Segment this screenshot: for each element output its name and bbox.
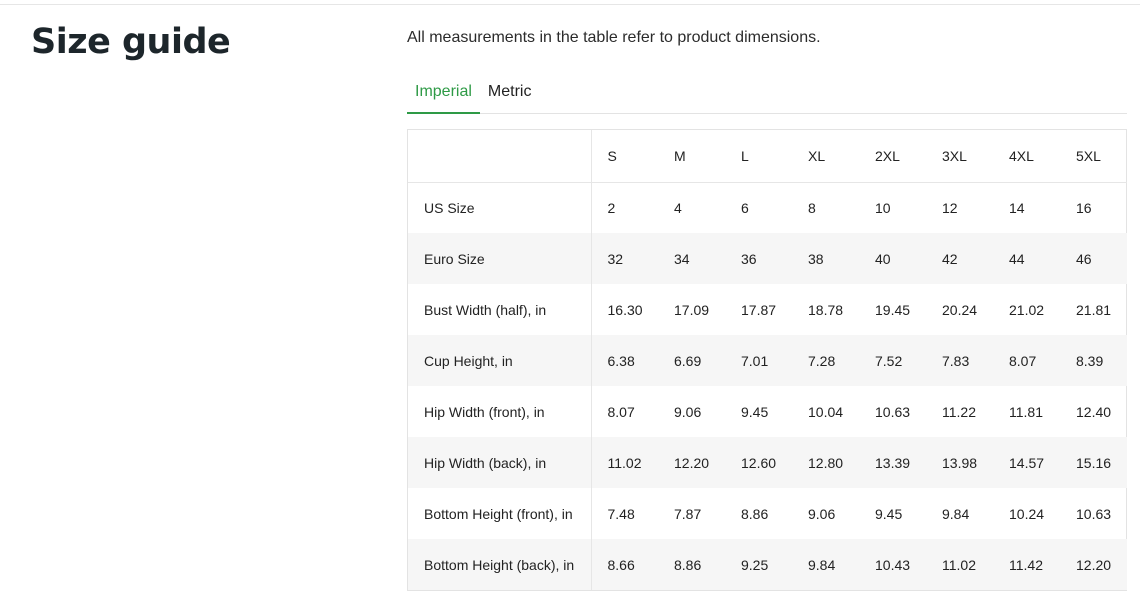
size-header: 5XL [1060,130,1127,183]
unit-tabs: Imperial Metric [407,80,1127,114]
table-cell: 9.06 [808,505,836,522]
table-cell: 10.63 [875,403,911,420]
table-cell: 6.38 [591,335,658,386]
table-cell: 8.39 [1060,335,1127,386]
table-cell: 16 [1076,199,1092,216]
size-header: XL [792,130,859,183]
row-label: Cup Height, in [408,335,592,386]
row-label: Euro Size [408,233,592,284]
table-row: Hip Width (front), in 8.07 9.06 9.45 10.… [408,386,1127,437]
table-cell: 4 [674,199,682,216]
row-label: Hip Width (front), in [408,386,592,437]
table-cell: 11.81 [1009,403,1043,420]
table-cell: 19.45 [875,301,911,318]
table-cell: 38 [792,233,859,284]
table-cell: 32 [591,233,658,284]
size-header: 3XL [926,130,993,183]
table-header-row: S M L XL 2XL 3XL 4XL 5XL [408,130,1127,183]
table-cell: 9.45 [741,403,769,420]
table-row: Bottom Height (back), in 8.66 8.86 9.25 … [408,539,1127,590]
header-label-cell [408,130,592,183]
table-cell: 7.83 [926,335,993,386]
table-cell: 12 [942,199,958,216]
table-cell: 20.24 [942,301,978,318]
table-cell: 8.86 [741,505,769,522]
table-row: Euro Size 32 34 36 38 40 42 44 46 [408,233,1127,284]
table-cell: 12.60 [725,437,792,488]
table-row: Bottom Height (front), in 7.48 7.87 8.86… [408,488,1127,539]
table-cell: 14 [1009,199,1025,216]
table-cell: 14.57 [993,437,1060,488]
table-cell: 17.87 [741,301,777,318]
table-cell: 11.22 [942,403,976,420]
tab-metric[interactable]: Metric [480,80,540,114]
table-cell: 40 [859,233,926,284]
table-cell: 44 [993,233,1060,284]
table-row: Bust Width (half), in 16.30 17.09 17.87 … [408,284,1127,335]
size-header: L [725,130,792,183]
table-cell: 11.02 [591,437,658,488]
table-cell: 9.45 [875,505,903,522]
table-cell: 6 [741,199,749,216]
table-cell: 11.42 [993,539,1060,590]
table-cell: 18.78 [808,301,844,318]
table-cell: 21.81 [1076,301,1112,318]
table-cell: 36 [725,233,792,284]
table-cell: 10.24 [1009,505,1045,522]
table-cell: 16.30 [607,301,643,318]
intro-text: All measurements in the table refer to p… [407,29,821,46]
table-row: Cup Height, in 6.38 6.69 7.01 7.28 7.52 … [408,335,1127,386]
table-cell: 8.07 [993,335,1060,386]
page-title: Size guide [31,22,231,62]
table-cell: 7.48 [607,505,635,522]
table-cell: 8.66 [591,539,658,590]
table-row: Hip Width (back), in 11.02 12.20 12.60 1… [408,437,1127,488]
table-cell: 10.63 [1076,505,1112,522]
size-header: S [591,130,658,183]
table-cell: 10 [875,199,891,216]
table-cell: 9.84 [942,505,970,522]
table-cell: 7.87 [674,505,702,522]
table-cell: 21.02 [1009,301,1045,318]
table-cell: 12.20 [658,437,725,488]
table-cell: 9.06 [674,403,702,420]
size-header: 4XL [993,130,1060,183]
size-header: M [658,130,725,183]
row-label: Hip Width (back), in [408,437,592,488]
table-cell: 2 [607,199,616,216]
table-cell: 8 [808,199,816,216]
table-cell: 7.28 [792,335,859,386]
size-header: 2XL [859,130,926,183]
size-table-container: S M L XL 2XL 3XL 4XL 5XL US Size 2 4 6 8 [407,129,1127,591]
row-label: Bottom Height (front), in [408,488,592,539]
size-table: S M L XL 2XL 3XL 4XL 5XL US Size 2 4 6 8 [408,130,1127,590]
table-cell: 11.02 [926,539,993,590]
table-cell: 17.09 [674,301,710,318]
table-cell: 6.69 [658,335,725,386]
row-label: US Size [408,182,592,233]
row-label: Bottom Height (back), in [408,539,592,590]
table-cell: 46 [1060,233,1127,284]
table-cell: 42 [926,233,993,284]
table-cell: 7.01 [725,335,792,386]
table-cell: 8.86 [658,539,725,590]
table-row: US Size 2 4 6 8 10 12 14 16 [408,182,1127,233]
row-label: Bust Width (half), in [408,284,592,335]
table-cell: 10.43 [859,539,926,590]
table-cell: 12.20 [1060,539,1127,590]
table-cell: 10.04 [808,403,844,420]
table-cell: 15.16 [1060,437,1127,488]
table-cell: 13.39 [859,437,926,488]
table-cell: 9.25 [725,539,792,590]
table-cell: 7.52 [859,335,926,386]
table-cell: 12.80 [792,437,859,488]
top-divider [0,4,1140,5]
table-cell: 9.84 [792,539,859,590]
table-cell: 13.98 [926,437,993,488]
table-cell: 34 [658,233,725,284]
table-cell: 8.07 [607,403,635,420]
table-cell: 12.40 [1076,403,1112,420]
tab-imperial[interactable]: Imperial [407,80,480,114]
